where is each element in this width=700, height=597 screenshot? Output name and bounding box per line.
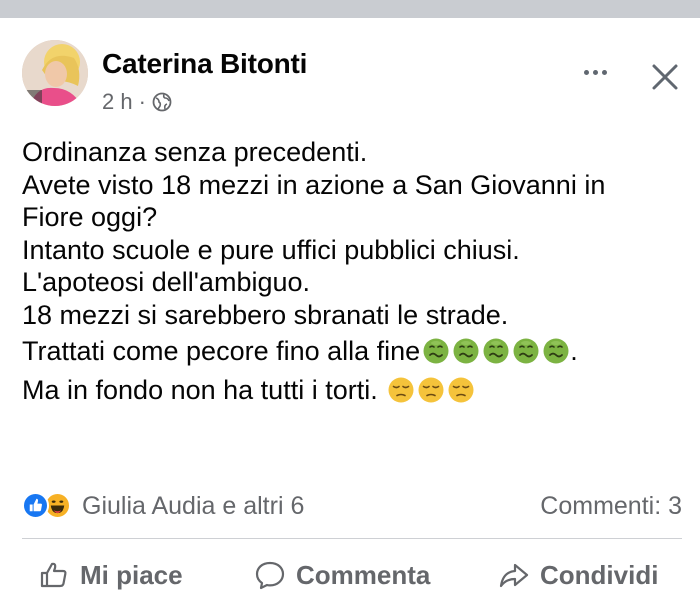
pensive-emoji-group (385, 375, 475, 405)
post-line: Avete visto 18 mezzi in azione a San Gio… (22, 169, 606, 200)
share-label: Condividi (540, 559, 659, 590)
like-button[interactable]: Mi piace (38, 553, 183, 597)
pensive-face-emoji (448, 377, 474, 402)
author-name[interactable]: Caterina Bitonti (102, 48, 307, 80)
comment-button[interactable]: Commenta (254, 553, 430, 597)
post-line: Fiore oggi? (22, 202, 158, 232)
post-card: Caterina Bitonti 2 h · Ordinanza senza p… (0, 18, 700, 597)
like-label: Mi piace (80, 559, 183, 590)
post-meta: 2 h · (102, 89, 172, 115)
post-time[interactable]: 2 h (102, 89, 133, 115)
post-line: Intanto scuole e pure uffici pubblici ch… (22, 234, 520, 265)
top-strip (0, 0, 700, 18)
reaction-icons[interactable] (22, 492, 78, 520)
post-line-7: Trattati come pecore fino alla fine. (22, 335, 682, 368)
pensive-face-emoji (418, 377, 444, 402)
nauseated-face-emoji (543, 338, 569, 364)
post-line: L'apoteosi dell'ambiguo. (22, 267, 311, 297)
avatar[interactable] (22, 40, 88, 106)
more-options-icon[interactable] (575, 60, 615, 84)
post-line-7-text: Trattati come pecore fino alla fine (22, 336, 421, 366)
post-line: Ordinanza senza precedenti. (22, 137, 368, 167)
reactions-bar: Giulia Audia e altri 6 Commenti: 3 (22, 488, 682, 524)
nauseated-face-emoji (513, 338, 539, 364)
like-icon (40, 562, 67, 588)
comment-icon (255, 561, 285, 590)
post-header: Caterina Bitonti 2 h · (22, 40, 682, 120)
post-line-8: Ma in fondo non ha tutti i torti. (22, 374, 682, 407)
post-body: Ordinanza senza precedenti. Avete visto … (22, 136, 682, 406)
share-button[interactable]: Condividi (498, 553, 658, 597)
action-bar: Mi piace Commenta Condividi (22, 553, 682, 597)
globe-icon[interactable] (152, 92, 172, 112)
nauseated-face-emoji (423, 338, 449, 364)
close-icon[interactable] (648, 60, 682, 94)
nauseated-face-emoji (453, 338, 479, 364)
pensive-face-emoji (388, 377, 414, 402)
reaction-names[interactable]: Giulia Audia e altri 6 (82, 492, 304, 521)
divider (22, 538, 682, 539)
post-line-8-text: Ma in fondo non ha tutti i torti. (22, 374, 386, 405)
post-line: 18 mezzi si sarebbero sbranati le strade… (22, 299, 509, 330)
post-line-7-suffix: . (570, 336, 578, 366)
share-icon (499, 563, 529, 588)
like-reaction-icon (22, 492, 49, 519)
meta-separator: · (138, 89, 146, 114)
nauseated-face-emoji (483, 338, 509, 364)
comment-label: Commenta (296, 559, 431, 590)
nauseated-emoji-group (420, 336, 570, 366)
comments-count[interactable]: Commenti: 3 (540, 492, 682, 521)
